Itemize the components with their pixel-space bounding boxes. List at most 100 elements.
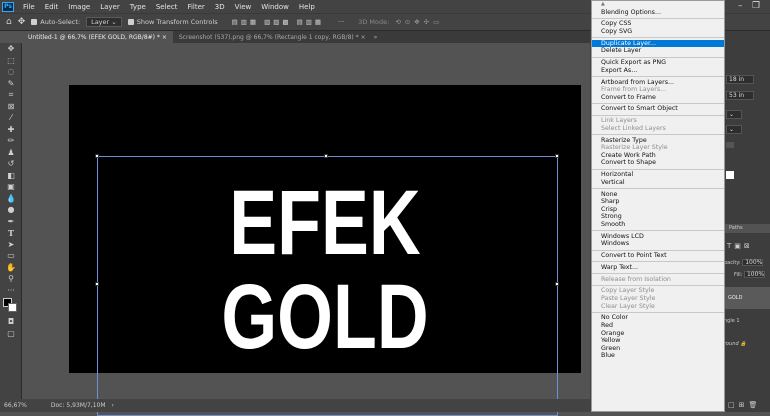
menu-layer[interactable]: Layer xyxy=(95,3,125,11)
color-swatch[interactable] xyxy=(726,171,734,179)
chevron-right-icon[interactable]: › xyxy=(112,402,114,409)
3d-tool-icons[interactable]: ⟲⊙✥✣▭ xyxy=(395,18,443,26)
marquee-tool-icon[interactable]: ⬚ xyxy=(0,55,22,67)
opacity-control[interactable]: pacity: 100% xyxy=(724,259,764,266)
menu-item-orange[interactable]: Orange xyxy=(592,330,724,338)
tab-overflow-icon[interactable]: » xyxy=(372,31,380,43)
height-field[interactable]: 53 in xyxy=(726,91,754,100)
menu-help[interactable]: Help xyxy=(294,3,320,11)
transform-handle[interactable] xyxy=(95,154,99,158)
menu-item-crisp[interactable]: Crisp xyxy=(592,206,724,214)
lasso-tool-icon[interactable]: ◌ xyxy=(0,66,22,78)
zoom-level[interactable]: 66,67% xyxy=(4,402,27,409)
fill-value[interactable]: 100% xyxy=(743,271,766,278)
zoom-tool-icon[interactable]: ⚲ xyxy=(0,273,22,285)
tab-paths[interactable]: Paths xyxy=(724,224,770,233)
brush-tool-icon[interactable]: ✏ xyxy=(0,135,22,147)
menu-item-windows[interactable]: Windows xyxy=(592,240,724,248)
quick-mask-icon[interactable]: ◘ xyxy=(0,316,22,328)
layer-row-background[interactable]: round 🔒 xyxy=(724,333,770,355)
transform-bounding-box[interactable] xyxy=(97,156,558,416)
transform-controls-checkbox[interactable]: Show Transform Controls xyxy=(127,18,218,26)
blur-tool-icon[interactable]: 💧 xyxy=(0,193,22,205)
move-tool-icon[interactable]: ✥ xyxy=(18,17,26,27)
home-icon[interactable]: ⌂ xyxy=(6,17,12,27)
menu-item-convert-to-smart-object[interactable]: Convert to Smart Object xyxy=(592,105,724,113)
tab-untitled-1[interactable]: Untitled-1 @ 66,7% (EFEK GOLD, RGB/8#) *… xyxy=(22,31,173,43)
healing-brush-tool-icon[interactable]: ✚ xyxy=(0,124,22,136)
menu-view[interactable]: View xyxy=(230,3,257,11)
frame-tool-icon[interactable]: ⊠ xyxy=(0,101,22,113)
menu-select[interactable]: Select xyxy=(151,3,183,11)
menu-item-blending-options[interactable]: Blending Options... xyxy=(592,9,724,17)
background-color-swatch[interactable] xyxy=(8,303,17,312)
menu-type[interactable]: Type xyxy=(125,3,151,11)
close-icon[interactable]: × xyxy=(162,34,167,41)
crop-tool-icon[interactable]: ⌗ xyxy=(0,89,22,101)
menu-item-duplicate-layer[interactable]: Duplicate Layer... xyxy=(592,39,724,48)
hand-tool-icon[interactable]: ✋ xyxy=(0,262,22,274)
menu-item-vertical[interactable]: Vertical xyxy=(592,179,724,187)
x-dropdown[interactable]: ⌄ xyxy=(726,110,742,119)
canvas-area[interactable]: EFEK GOLD xyxy=(22,43,590,416)
menu-item-horizontal[interactable]: Horizontal xyxy=(592,171,724,179)
fill-control[interactable]: Fill: 100% xyxy=(734,271,766,278)
path-select-tool-icon[interactable]: ➤ xyxy=(0,239,22,251)
transform-handle[interactable] xyxy=(95,282,99,286)
menu-item-green[interactable]: Green xyxy=(592,345,724,353)
layer-row-gold[interactable]: GOLD xyxy=(724,287,770,309)
menu-item-quick-export-as-png[interactable]: Quick Export as PNG xyxy=(592,59,724,67)
menu-item-yellow[interactable]: Yellow xyxy=(592,337,724,345)
menu-file[interactable]: File xyxy=(18,3,40,11)
minimize-icon[interactable]: – xyxy=(738,1,743,11)
auto-select-dropdown[interactable]: Layer ⌄ xyxy=(86,17,122,27)
menu-item-convert-to-point-text[interactable]: Convert to Point Text xyxy=(592,252,724,260)
stamp-tool-icon[interactable]: ♟ xyxy=(0,147,22,159)
menu-item-artboard-from-layers[interactable]: Artboard from Layers... xyxy=(592,79,724,87)
scroll-up-icon[interactable]: ▲ xyxy=(592,1,724,9)
menu-item-create-work-path[interactable]: Create Work Path xyxy=(592,152,724,160)
gradient-tool-icon[interactable]: ▣ xyxy=(0,181,22,193)
menu-item-copy-css[interactable]: Copy CSS xyxy=(592,20,724,28)
menu-edit[interactable]: Edit xyxy=(40,3,64,11)
menu-item-delete-layer[interactable]: Delete Layer xyxy=(592,47,724,55)
panel-swatch[interactable] xyxy=(726,142,734,148)
width-field[interactable]: 18 in xyxy=(726,75,754,84)
transform-handle[interactable] xyxy=(324,154,328,158)
eraser-tool-icon[interactable]: ◧ xyxy=(0,170,22,182)
more-options-icon[interactable]: ··· xyxy=(338,18,344,26)
transform-handle[interactable] xyxy=(555,154,559,158)
y-dropdown[interactable]: ⌄ xyxy=(726,125,742,134)
menu-item-blue[interactable]: Blue xyxy=(592,352,724,360)
rectangle-tool-icon[interactable]: ▭ xyxy=(0,250,22,262)
menu-item-copy-svg[interactable]: Copy SVG xyxy=(592,28,724,36)
menu-item-convert-to-shape[interactable]: Convert to Shape xyxy=(592,159,724,167)
menu-item-red[interactable]: Red xyxy=(592,322,724,330)
menu-item-windows-lcd[interactable]: Windows LCD xyxy=(592,233,724,241)
menu-item-smooth[interactable]: Smooth xyxy=(592,221,724,229)
auto-select-checkbox[interactable]: Auto-Select: xyxy=(31,18,80,26)
menu-3d[interactable]: 3D xyxy=(210,3,230,11)
type-tool-icon[interactable]: T xyxy=(0,227,22,239)
screen-mode-icon[interactable]: ▢ xyxy=(0,328,22,340)
menu-item-convert-to-frame[interactable]: Convert to Frame xyxy=(592,94,724,102)
menu-item-warp-text[interactable]: Warp Text... xyxy=(592,264,724,272)
transform-handle[interactable] xyxy=(555,282,559,286)
menu-image[interactable]: Image xyxy=(63,3,95,11)
layer-filter-icons[interactable]: T▣⊠ xyxy=(727,242,753,250)
layer-row-rectangle[interactable]: ngle 1 xyxy=(724,310,770,332)
align-icons[interactable]: ▤▥▦ ▧▨▩ ▤▥▦ xyxy=(232,18,324,26)
menu-item-none[interactable]: None xyxy=(592,191,724,199)
pen-tool-icon[interactable]: ✒ xyxy=(0,216,22,228)
menu-item-sharp[interactable]: Sharp xyxy=(592,198,724,206)
menu-item-export-as[interactable]: Export As... xyxy=(592,67,724,75)
eyedropper-tool-icon[interactable]: ⁄ xyxy=(0,112,22,124)
move-tool-icon[interactable]: ✥ xyxy=(0,43,22,55)
color-swatches-icon[interactable] xyxy=(0,296,22,316)
menu-filter[interactable]: Filter xyxy=(182,3,209,11)
menu-item-strong[interactable]: Strong xyxy=(592,213,724,221)
close-icon[interactable]: × xyxy=(361,34,366,41)
opacity-value[interactable]: 100% xyxy=(742,259,764,266)
layer-actions-icons[interactable]: □⊞🗑 xyxy=(728,401,761,409)
quick-select-tool-icon[interactable]: ✎ xyxy=(0,78,22,90)
